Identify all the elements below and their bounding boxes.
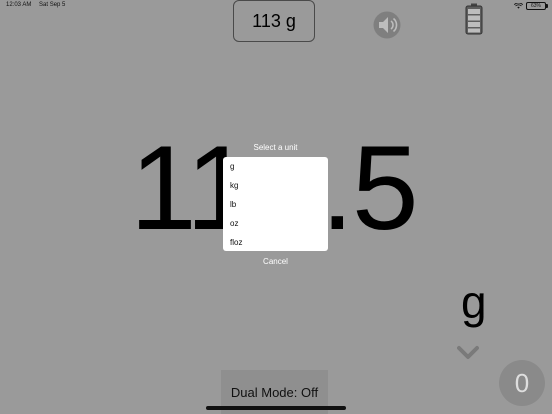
status-battery-icon: 63%: [526, 2, 548, 10]
status-date: Sat Sep 5: [39, 2, 66, 8]
unit-option-oz[interactable]: oz: [223, 214, 328, 233]
dual-mode-label: Dual Mode: Off: [230, 384, 319, 400]
chevron-down-icon[interactable]: [457, 345, 479, 361]
unit-option-lb[interactable]: lb: [223, 195, 328, 214]
weight-reading-right: .5: [320, 121, 419, 255]
weight-display-box[interactable]: 113 g: [233, 0, 315, 42]
unit-dialog-cancel-button[interactable]: Cancel: [223, 257, 328, 266]
unit-dialog-title: Select a unit: [253, 143, 298, 152]
current-unit-label[interactable]: g: [461, 274, 487, 330]
wifi-icon: [514, 3, 523, 9]
home-indicator[interactable]: [206, 406, 346, 410]
tare-button-label: 0: [514, 367, 530, 398]
unit-option-g[interactable]: g: [223, 157, 328, 176]
status-bar-right: 63%: [514, 2, 548, 10]
status-battery-percent: 63%: [530, 3, 541, 9]
unit-option-floz[interactable]: floz: [223, 233, 328, 252]
unit-option-kg[interactable]: kg: [223, 176, 328, 195]
speaker-icon[interactable]: [373, 9, 401, 41]
battery-icon: [465, 3, 483, 35]
unit-picker: g kg lb oz floz: [223, 157, 328, 251]
status-bar: 12:03 AM Sat Sep 5: [6, 2, 71, 8]
status-time: 12:03 AM: [6, 2, 32, 8]
weight-display-text: 113 g: [252, 10, 296, 31]
tare-button[interactable]: 0: [499, 360, 545, 406]
